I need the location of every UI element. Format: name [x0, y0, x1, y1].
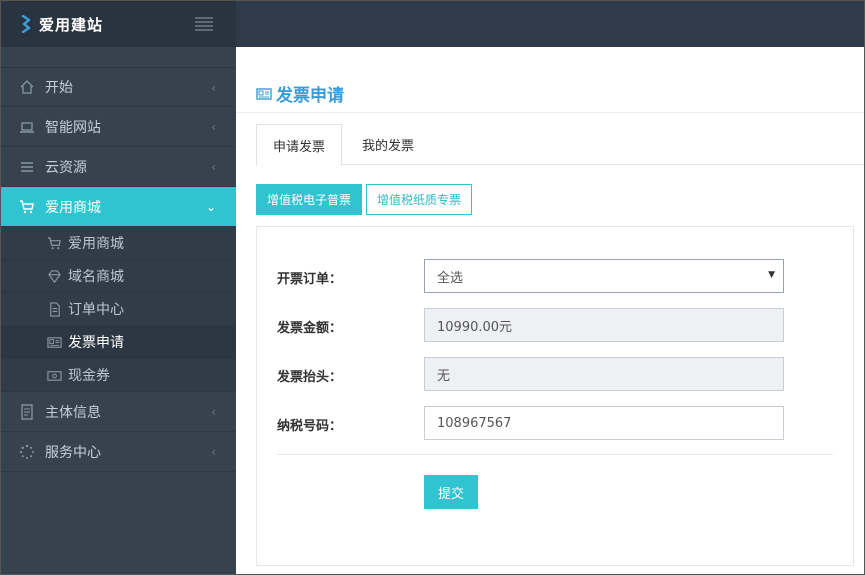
chevron-left-icon: ‹ — [211, 405, 216, 419]
cart-icon — [19, 199, 35, 215]
sidebar-item-start[interactable]: 开始 ‹ — [1, 67, 236, 107]
sidebar-item-label: 爱用商城 — [45, 199, 101, 216]
paper-invoice-button[interactable]: 增值税纸质专票 — [366, 184, 473, 215]
tab-apply-invoice[interactable]: 申请发票 — [256, 124, 343, 166]
submenu-item-label: 域名商城 — [68, 269, 124, 285]
tax-number-input[interactable]: 108967567 — [424, 406, 784, 440]
chevron-left-icon: ‹ — [211, 120, 216, 134]
header-row: 发票抬头： 无 — [277, 357, 835, 391]
laptop-icon — [19, 119, 35, 135]
sidebar-item-cloud[interactable]: 云资源 ‹ — [1, 147, 236, 187]
tab-my-invoices[interactable]: 我的发票 — [346, 124, 430, 165]
sidebar-item-label: 服务中心 — [45, 444, 101, 461]
invoice-type-group: 增值税电子普票 增值税纸质专票 — [256, 184, 473, 215]
order-select-value: 全选 — [437, 270, 464, 286]
order-label: 开票订单： — [277, 272, 343, 287]
sidebar-item-entity[interactable]: 主体信息 ‹ — [1, 392, 236, 432]
list-icon — [19, 159, 35, 175]
cash-icon — [47, 368, 62, 383]
chevron-left-icon: ‹ — [211, 445, 216, 459]
header-label: 发票抬头： — [277, 370, 343, 385]
chevron-left-icon: ‹ — [211, 81, 216, 95]
amount-field: 10990.00元 — [424, 308, 784, 342]
invoice-form: 开票订单： 全选 ▼ 发票金额： 10990.00元 发票抬头： 无 纳税号码：… — [256, 226, 854, 566]
cart-icon — [47, 236, 62, 251]
order-row: 开票订单： 全选 ▼ — [277, 259, 835, 293]
submit-button[interactable]: 提交 — [424, 475, 478, 509]
sidebar: 开始 ‹ 智能网站 ‹ 云资源 ‹ 爱用商城 ⌄ 爱用商城 域名商城 订单中心 … — [1, 47, 236, 574]
sidebar-item-label: 主体信息 — [45, 404, 101, 421]
main-content: 发票申请 申请发票 我的发票 增值税电子普票 增值税纸质专票 开票订单： 全选 … — [236, 47, 864, 574]
logo-icon — [19, 15, 33, 33]
submenu-item-domain[interactable]: 域名商城 — [1, 260, 236, 293]
sidebar-item-label: 开始 — [45, 80, 73, 96]
submenu-item-label: 现金券 — [68, 368, 110, 384]
submenu-item-orders[interactable]: 订单中心 — [1, 293, 236, 326]
invoice-icon — [47, 335, 62, 350]
page-header: 发票申请 — [236, 47, 864, 113]
submenu-item-label: 订单中心 — [68, 302, 124, 318]
sidebar-item-service[interactable]: 服务中心 ‹ — [1, 432, 236, 472]
sidebar-item-label: 智能网站 — [45, 119, 101, 136]
chevron-down-icon: ⌄ — [205, 200, 216, 214]
diamond-icon — [47, 269, 62, 284]
shop-submenu: 爱用商城 域名商城 订单中心 发票申请 现金券 — [1, 227, 236, 392]
invoice-icon — [256, 87, 272, 101]
submenu-item-coupon[interactable]: 现金券 — [1, 359, 236, 392]
order-select[interactable]: 全选 ▼ — [424, 259, 784, 293]
form-divider — [277, 454, 833, 455]
submenu-item-label: 爱用商城 — [68, 236, 124, 252]
amount-label: 发票金额： — [277, 321, 343, 336]
document-icon — [47, 301, 62, 317]
sidebar-item-label: 云资源 — [45, 159, 87, 176]
tab-bar: 申请发票 我的发票 — [256, 124, 864, 166]
caret-down-icon: ▼ — [768, 270, 775, 280]
home-icon — [19, 79, 35, 95]
amount-row: 发票金额： 10990.00元 — [277, 308, 835, 342]
id-card-icon — [19, 403, 35, 420]
submenu-item-shop[interactable]: 爱用商城 — [1, 227, 236, 260]
app-title: 爱用建站 — [39, 15, 104, 34]
menu-toggle-icon[interactable] — [195, 17, 213, 31]
sidebar-item-shop[interactable]: 爱用商城 ⌄ — [1, 187, 236, 227]
chevron-left-icon: ‹ — [211, 160, 216, 174]
sidebar-item-smart-site[interactable]: 智能网站 ‹ — [1, 107, 236, 147]
electronic-invoice-button[interactable]: 增值税电子普票 — [256, 184, 363, 215]
tax-label: 纳税号码： — [277, 419, 343, 434]
invoice-header-field: 无 — [424, 357, 784, 391]
page-title-text: 发票申请 — [276, 86, 344, 106]
submenu-item-invoice[interactable]: 发票申请 — [1, 326, 236, 359]
tax-row: 纳税号码： 108967567 — [277, 406, 835, 440]
page-title: 发票申请 — [256, 81, 344, 106]
submenu-item-label: 发票申请 — [68, 335, 124, 351]
top-bar: 爱用建站 — [1, 1, 864, 47]
spinner-icon — [19, 444, 35, 460]
